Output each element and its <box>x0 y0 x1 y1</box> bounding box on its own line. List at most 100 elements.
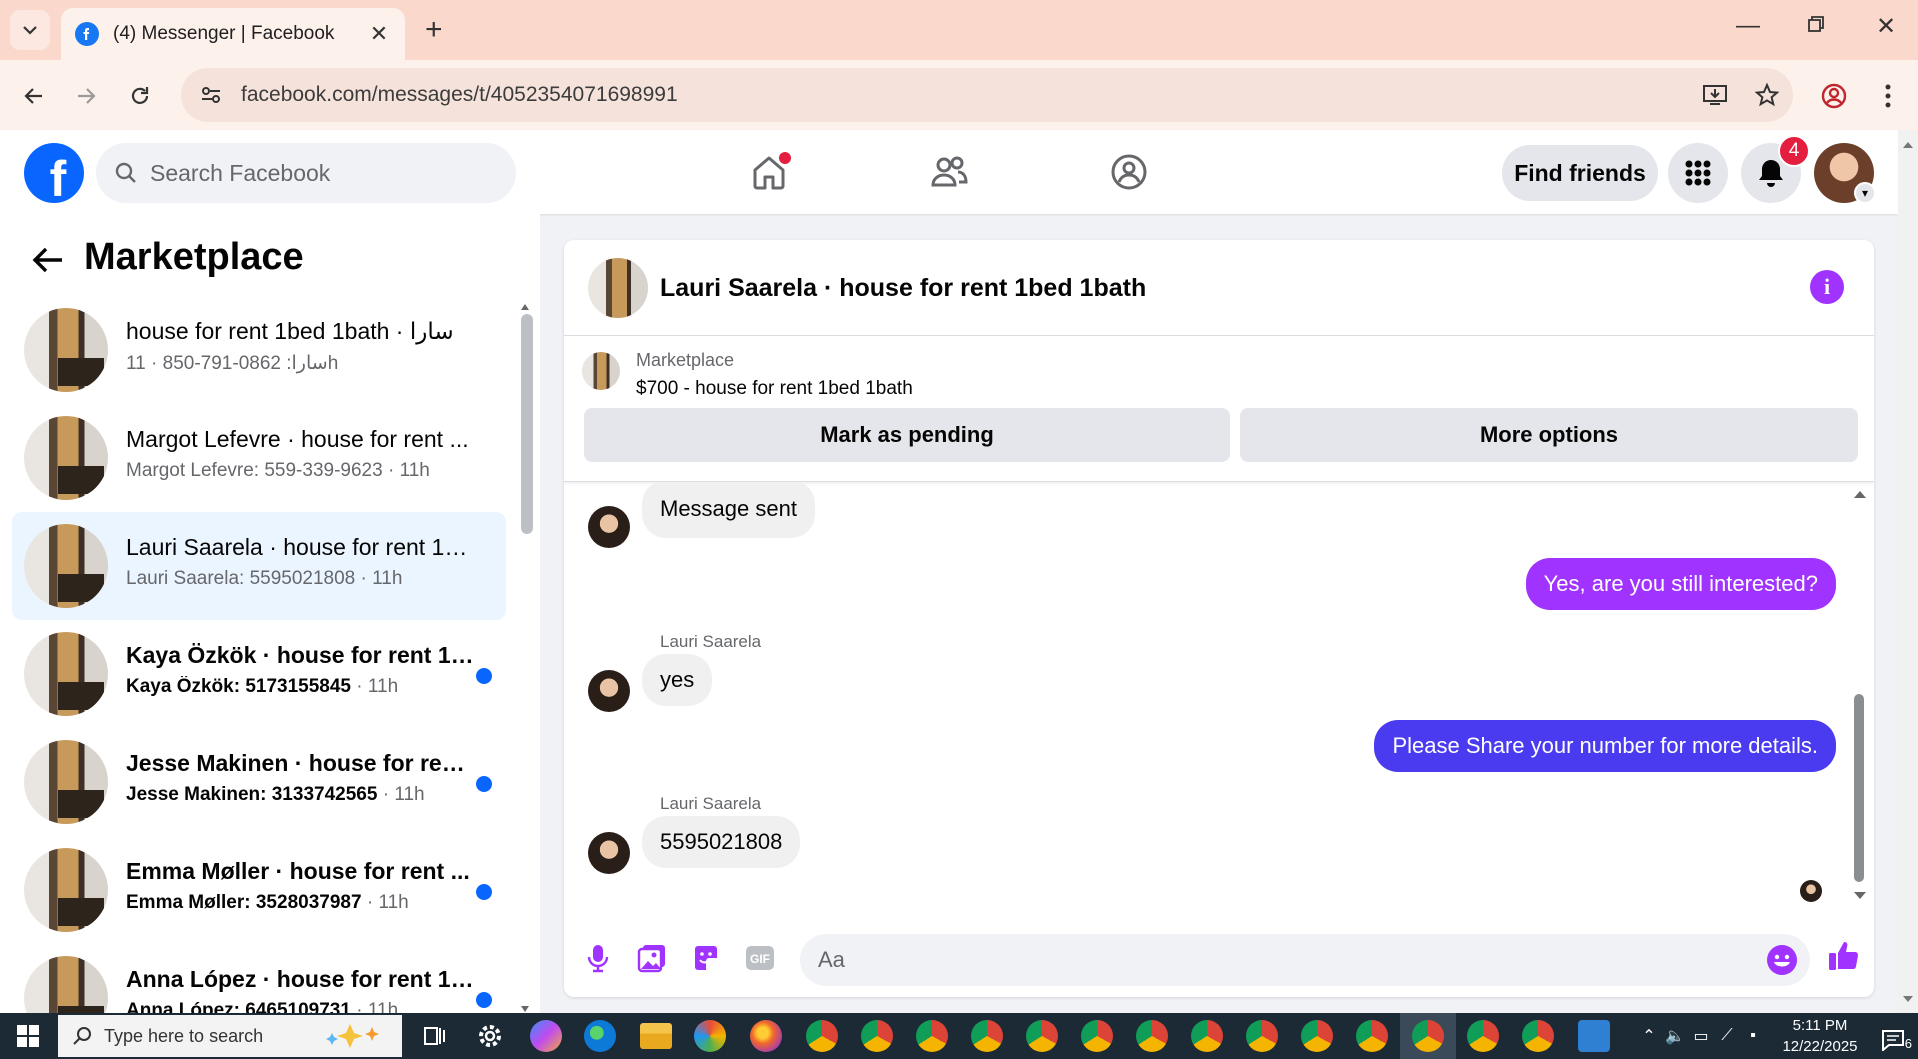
conversation-item[interactable]: Margot Lefevre · house for rent ... Marg… <box>12 404 506 512</box>
find-friends-button[interactable]: Find friends <box>1502 145 1658 201</box>
listing-thumbnail[interactable] <box>582 352 620 390</box>
photo-icon <box>637 945 665 973</box>
groups-nav-button[interactable] <box>1105 148 1153 196</box>
chrome-profile-icon[interactable] <box>1136 1020 1168 1052</box>
more-options-button[interactable]: More options <box>1240 408 1858 462</box>
settings-gear-icon[interactable] <box>474 1020 506 1052</box>
chat-listing-avatar[interactable] <box>588 258 648 318</box>
page-scrollbar[interactable] <box>1898 130 1918 1013</box>
message-sender-name: Lauri Saarela <box>660 632 762 651</box>
chat-title[interactable]: Lauri Saarela · house for rent 1bed 1bat… <box>660 274 1146 303</box>
chrome-profile-icon[interactable] <box>916 1020 948 1052</box>
chevron-up-icon[interactable]: ⌃ <box>1636 1026 1662 1046</box>
browser-tab-messenger[interactable]: (4) Messenger | Facebook ✕ <box>61 8 405 60</box>
chrome-profile-icon[interactable] <box>1081 1020 1113 1052</box>
mark-as-pending-button[interactable]: Mark as pending <box>584 408 1230 462</box>
message-scrollbar-thumb[interactable] <box>1854 694 1864 882</box>
chrome-profile-icon[interactable] <box>1191 1020 1223 1052</box>
message-input[interactable] <box>818 947 1718 973</box>
chrome-profile-icon[interactable] <box>861 1020 893 1052</box>
chrome-profile-icon[interactable] <box>1356 1020 1388 1052</box>
voice-clip-button[interactable] <box>580 940 616 976</box>
storage-icon[interactable]: ▪ <box>1740 1027 1766 1045</box>
sticker-button[interactable] <box>688 940 724 976</box>
gif-button[interactable]: GIF <box>742 940 778 976</box>
volume-icon[interactable]: 🔈 <box>1662 1026 1688 1046</box>
browser-nav-bar: facebook.com/messages/t/4052354071698991 <box>0 60 1918 130</box>
profile-button[interactable] <box>1818 80 1850 112</box>
paint-app-icon[interactable] <box>694 1020 726 1052</box>
conversation-item[interactable]: سارا · house for rent 1bed 1bath سارا: 0… <box>12 296 506 404</box>
facebook-logo[interactable]: f <box>24 143 84 207</box>
marketplace-inbox-sidebar: Marketplace سارا · house for rent 1bed 1… <box>0 214 540 1013</box>
firefox-icon[interactable] <box>750 1020 782 1052</box>
message-sender-name: Lauri Saarela <box>660 794 762 813</box>
minimize-window-button[interactable]: — <box>1728 12 1768 40</box>
home-nav-button[interactable] <box>745 148 793 196</box>
outgoing-message: Yes, are you still interested? <box>1525 558 1836 610</box>
menu-grid-button[interactable] <box>1668 143 1728 203</box>
chrome-profile-icon[interactable] <box>1301 1020 1333 1052</box>
emoji-icon[interactable] <box>1766 944 1798 976</box>
attach-photo-button[interactable] <box>634 940 670 976</box>
info-icon[interactable]: i <box>1810 270 1844 304</box>
address-bar[interactable]: facebook.com/messages/t/4052354071698991 <box>181 68 1793 122</box>
start-button[interactable] <box>0 1013 56 1059</box>
tab-close-icon[interactable]: ✕ <box>367 21 391 47</box>
browser-tab-bar: (4) Messenger | Facebook ✕ + — ✕ <box>0 0 1918 60</box>
conversation-item[interactable]: Kaya Özkök · house for rent 1b... Kaya Ö… <box>12 620 506 728</box>
close-window-button[interactable]: ✕ <box>1866 12 1906 41</box>
chrome-profile-icon[interactable] <box>1246 1020 1278 1052</box>
arrow-right-icon <box>78 88 96 104</box>
groups-icon <box>1111 154 1147 190</box>
sidebar-scrollbar-thumb[interactable] <box>521 314 533 534</box>
account-chevron-icon[interactable]: ▾ <box>1854 182 1876 204</box>
conversation-name: Margot Lefevre · house for rent ... <box>126 426 469 452</box>
incoming-message: 5595021808 <box>642 816 801 868</box>
sidebar-back-button[interactable] <box>28 240 68 280</box>
listing-title[interactable]: $700 - house for rent 1bed 1bath <box>636 378 913 400</box>
chrome-profile-icon[interactable] <box>806 1020 838 1052</box>
arrow-left-icon <box>24 88 42 104</box>
edge-browser-icon[interactable] <box>584 1020 616 1052</box>
task-view-icon[interactable] <box>418 1020 450 1052</box>
facebook-search-box[interactable] <box>96 143 516 203</box>
chrome-profile-icon[interactable] <box>1026 1020 1058 1052</box>
notification-center-count: 6 <box>1904 1036 1912 1051</box>
chrome-profile-icon[interactable] <box>1522 1020 1554 1052</box>
restore-window-button[interactable] <box>1796 12 1836 40</box>
new-tab-button[interactable]: + <box>425 14 443 46</box>
message-input-box[interactable] <box>800 934 1810 986</box>
reload-button[interactable] <box>124 80 156 112</box>
unread-dot <box>476 668 492 684</box>
install-app-icon[interactable] <box>1689 83 1741 107</box>
tab-search-dropdown-button[interactable] <box>10 10 50 50</box>
chrome-profile-icon-active[interactable] <box>1412 1020 1444 1052</box>
bookmark-star-icon[interactable] <box>1741 83 1793 107</box>
taskbar-clock[interactable]: 5:11 PM 12/22/2025 <box>1772 1015 1868 1057</box>
copilot-app-icon[interactable] <box>530 1020 562 1052</box>
conversation-item-active[interactable]: Lauri Saarela · house for rent 1b... Lau… <box>12 512 506 620</box>
network-icon[interactable]: ⟋ <box>1714 1027 1740 1045</box>
widgets-icon[interactable] <box>1578 1020 1610 1052</box>
conversation-name: Kaya Özkök · house for rent 1b... <box>126 642 476 668</box>
browser-menu-button[interactable] <box>1872 80 1904 112</box>
forward-button[interactable] <box>70 80 102 112</box>
conversation-item[interactable]: Jesse Makinen · house for rent... Jesse … <box>12 728 506 836</box>
conversation-item[interactable]: Anna López · house for rent 1b... Anna L… <box>12 944 506 1013</box>
conversation-item[interactable]: Emma Møller · house for rent ... Emma Mø… <box>12 836 506 944</box>
conversation-preview: سارا: 0862-791-850 · 11h <box>126 353 339 374</box>
conversation-preview-text: Emma Møller: 3528037987 <box>126 892 362 913</box>
notification-center-button[interactable]: 6 <box>1872 1021 1912 1051</box>
unread-dot <box>476 992 492 1008</box>
chrome-profile-icon[interactable] <box>1467 1020 1499 1052</box>
taskbar-search-box[interactable]: Type here to search <box>58 1015 402 1057</box>
site-settings-icon[interactable] <box>181 84 241 106</box>
friends-nav-button[interactable] <box>925 148 973 196</box>
chrome-profile-icon[interactable] <box>971 1020 1003 1052</box>
file-explorer-icon[interactable] <box>640 1023 672 1049</box>
back-button[interactable] <box>18 80 50 112</box>
battery-icon[interactable]: ▭ <box>1688 1026 1714 1046</box>
like-button[interactable] <box>1824 936 1864 976</box>
facebook-search-input[interactable] <box>150 159 490 187</box>
